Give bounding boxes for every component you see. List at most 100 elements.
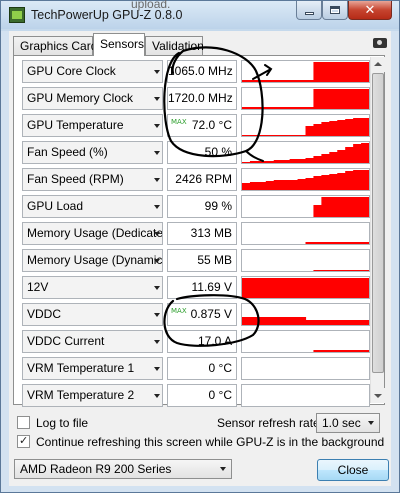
sensor-graph [241, 330, 370, 353]
sensor-name-select[interactable]: GPU Load [22, 195, 163, 218]
tab-graphics-card[interactable]: Graphics Card [13, 36, 97, 55]
graph-bar [361, 143, 369, 163]
chevron-down-icon [154, 367, 160, 371]
sensor-value-text: 17.0 A [197, 334, 232, 348]
graph-bar [329, 62, 338, 82]
sensor-row: Memory Usage (Dynamic) 55 MB [22, 249, 370, 273]
chevron-down-icon [154, 205, 160, 209]
max-indicator: MAX [171, 118, 187, 126]
graph-bar [242, 162, 251, 163]
graph-bar [297, 80, 307, 82]
sensor-name-select[interactable]: VRM Temperature 2 [22, 384, 163, 407]
sensor-value: 313 MB [167, 222, 237, 245]
sensor-name-select[interactable]: VRM Temperature 1 [22, 357, 163, 380]
sensor-graph [241, 141, 370, 164]
sensor-name-select[interactable]: Fan Speed (%) [22, 141, 163, 164]
sensor-name-select[interactable]: GPU Temperature [22, 114, 163, 137]
graph-bar [313, 156, 322, 163]
tab-validation[interactable]: Validation [145, 36, 204, 55]
sensor-graph [241, 303, 370, 326]
sensor-name-select[interactable]: GPU Memory Clock [22, 87, 163, 110]
sensor-value: MAX 0.875 V [167, 303, 237, 326]
sensor-name-select[interactable]: Memory Usage (Dynamic) [22, 249, 163, 272]
graph-bar [305, 278, 315, 298]
sensor-row: GPU Temperature MAX 72.0 °C [22, 114, 370, 138]
graph-bar [313, 124, 322, 136]
graph-bar [281, 317, 291, 325]
graph-bar [321, 197, 330, 217]
graph-bar [321, 270, 330, 271]
maximize-button[interactable] [322, 1, 348, 20]
graph-bar [305, 107, 315, 109]
sensor-row: VRM Temperature 2 0 °C [22, 384, 370, 408]
sensor-value: 1065.0 MHz [167, 60, 237, 83]
tab-sensors[interactable]: Sensors [93, 33, 145, 56]
graph-bar [242, 278, 251, 298]
sensor-name-select[interactable]: VDDC [22, 303, 163, 326]
sensor-graph [241, 222, 370, 245]
graph-bar [353, 197, 362, 217]
scroll-thumb[interactable] [372, 73, 384, 373]
scroll-up-icon[interactable] [371, 57, 385, 72]
close-button[interactable]: Close [317, 459, 389, 481]
graph-bar [345, 197, 354, 217]
graph-bar [265, 80, 275, 82]
graph-bar [353, 144, 362, 163]
sensor-name-label: VRM Temperature 2 [27, 388, 135, 402]
graph-bar [305, 178, 315, 190]
graph-bar [321, 242, 330, 244]
graph-bar [273, 80, 283, 82]
sensor-name-select[interactable]: GPU Core Clock [22, 60, 163, 83]
sensor-name-label: VDDC [27, 307, 62, 321]
sensor-value: 99 % [167, 195, 237, 218]
graph-bar [313, 89, 322, 109]
sensor-graph-plot [242, 118, 369, 136]
graph-bar [313, 205, 322, 217]
graph-bar [265, 181, 275, 190]
graph-bar [273, 107, 283, 109]
graph-bar [345, 119, 354, 136]
sensor-value-text: 1720.0 MHz [168, 91, 233, 105]
gpu-select-value: AMD Radeon R9 200 Series [20, 462, 172, 476]
graph-bar [313, 62, 322, 82]
sensor-value-text: 1065.0 MHz [168, 64, 233, 78]
chevron-down-icon [154, 286, 160, 290]
graph-bar [337, 89, 346, 109]
sensor-name-label: Memory Usage (Dynamic) [27, 253, 163, 267]
sensor-graph [241, 276, 370, 299]
graph-bar [313, 176, 322, 190]
scrollbar[interactable] [370, 57, 385, 403]
sensor-row: Fan Speed (%) 50 % [22, 141, 370, 165]
graph-bar [313, 350, 322, 352]
graph-bar [361, 89, 369, 109]
refresh-rate-select[interactable]: 1.0 sec [316, 413, 380, 433]
graph-bar [289, 278, 299, 298]
gpu-select[interactable]: AMD Radeon R9 200 Series [14, 459, 232, 479]
title-bar[interactable]: upload. TechPowerUp GPU-Z 0.8.0 ✕ [1, 0, 399, 29]
sensor-name-select[interactable]: VDDC Current [22, 330, 163, 353]
continue-refresh-checkbox[interactable] [17, 434, 30, 448]
sensor-graph-plot [242, 385, 369, 406]
sensor-value: 0 °C [167, 357, 237, 380]
graph-bar [361, 242, 369, 244]
scroll-down-icon[interactable] [371, 388, 385, 403]
log-to-file-checkbox[interactable] [17, 416, 30, 429]
graph-bar [281, 278, 291, 298]
close-window-button[interactable]: ✕ [348, 1, 392, 20]
graph-bar [265, 317, 275, 325]
graph-bar [345, 62, 354, 82]
sensor-name-select[interactable]: Memory Usage (Dedicated) [22, 222, 163, 245]
graph-bar [257, 278, 267, 298]
sensor-graph [241, 357, 370, 380]
graph-bar [257, 182, 267, 190]
graph-bar [257, 135, 267, 136]
graph-bar [242, 80, 251, 82]
graph-bar [337, 320, 346, 325]
screenshot-camera-icon[interactable] [373, 38, 387, 48]
minimize-button[interactable] [296, 1, 322, 20]
graph-bar [345, 147, 354, 163]
sensor-name-select[interactable]: Fan Speed (RPM) [22, 168, 163, 191]
sensor-name-select[interactable]: 12V [22, 276, 163, 299]
sensor-value: 1720.0 MHz [167, 87, 237, 110]
sensor-value-text: 0 °C [208, 388, 232, 402]
